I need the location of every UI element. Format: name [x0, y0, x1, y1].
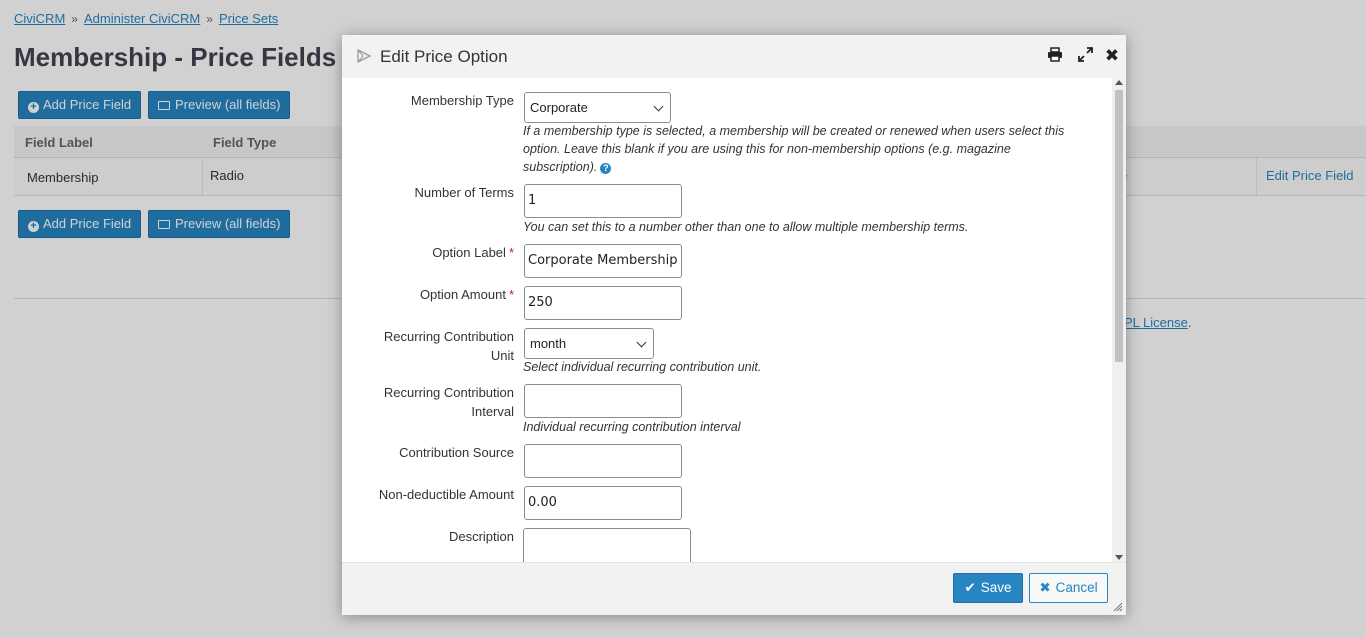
- number-of-terms-help: You can set this to a number other than …: [523, 220, 969, 234]
- membership-type-value: Corporate: [530, 100, 588, 115]
- dialog-title: Edit Price Option: [380, 47, 508, 66]
- dialog-scrollbar[interactable]: [1112, 78, 1126, 562]
- recurring-unit-help: Select individual recurring contribution…: [523, 360, 762, 374]
- membership-type-help: If a membership type is selected, a memb…: [523, 122, 1083, 176]
- membership-type-select[interactable]: Corporate: [524, 92, 671, 123]
- membership-type-label: Membership Type: [344, 91, 514, 110]
- recurring-interval-label-line1: Recurring Contribution: [383, 385, 514, 400]
- dialog-footer: ✔ Save ✖ Cancel: [342, 562, 1126, 615]
- option-label-label: Option Label *: [344, 243, 514, 262]
- recurring-interval-input[interactable]: [524, 384, 682, 418]
- close-icon[interactable]: ✖: [1103, 47, 1121, 65]
- check-icon: ✔: [964, 580, 976, 595]
- resize-grip-icon[interactable]: [1113, 602, 1123, 612]
- save-label: Save: [980, 580, 1012, 595]
- membership-type-label-text: Membership Type: [410, 93, 514, 108]
- required-marker: *: [508, 245, 514, 260]
- save-button[interactable]: ✔ Save: [953, 573, 1023, 603]
- option-label-label-text: Option Label: [432, 245, 506, 260]
- recurring-interval-label-line2: Interval: [471, 404, 514, 419]
- expand-icon[interactable]: [1076, 47, 1094, 65]
- recurring-unit-label-line2: Unit: [490, 348, 514, 363]
- contribution-source-label: Contribution Source: [399, 445, 514, 460]
- recurring-unit-label-line1: Recurring Contribution: [383, 329, 514, 344]
- help-icon[interactable]: ?: [600, 163, 612, 174]
- non-deductible-amount-label: Non-deductible Amount: [378, 487, 514, 502]
- cancel-x-icon: ✖: [1039, 580, 1051, 595]
- required-marker: *: [508, 287, 514, 302]
- cancel-label: Cancel: [1055, 580, 1098, 595]
- recurring-unit-value: month: [530, 336, 567, 351]
- number-of-terms-input[interactable]: 1: [524, 184, 682, 218]
- recurring-interval-help: Individual recurring contribution interv…: [523, 420, 741, 434]
- option-label-input[interactable]: Corporate Membership: [524, 244, 682, 278]
- civicrm-logo-icon: [357, 48, 372, 64]
- description-textarea[interactable]: [523, 528, 691, 562]
- option-amount-label: Option Amount *: [344, 285, 514, 304]
- number-of-terms-label: Number of Terms: [414, 185, 514, 200]
- dialog-body: Membership Type Corporate If a membershi…: [342, 78, 1112, 562]
- recurring-interval-label: Recurring Contribution Interval: [344, 383, 514, 421]
- chevron-down-icon: [653, 101, 664, 112]
- non-deductible-amount-input[interactable]: 0.00: [524, 486, 682, 520]
- dialog-titlebar[interactable]: Edit Price Option ✖: [342, 35, 1126, 78]
- chevron-down-icon: [636, 337, 647, 348]
- scroll-up-arrow-icon[interactable]: [1115, 80, 1123, 85]
- cancel-button[interactable]: ✖ Cancel: [1029, 573, 1108, 603]
- recurring-unit-label: Recurring Contribution Unit: [344, 327, 514, 365]
- option-amount-input[interactable]: 250: [524, 286, 682, 320]
- description-label: Description: [448, 529, 514, 544]
- recurring-unit-select[interactable]: month: [524, 328, 654, 359]
- scroll-down-arrow-icon[interactable]: [1115, 555, 1123, 560]
- contribution-source-input[interactable]: [524, 444, 682, 478]
- edit-price-option-dialog: Edit Price Option ✖ Membership Type Corp…: [342, 35, 1126, 615]
- printer-icon[interactable]: [1046, 47, 1064, 65]
- scrollbar-thumb[interactable]: [1115, 90, 1123, 362]
- option-amount-label-text: Option Amount: [419, 287, 506, 302]
